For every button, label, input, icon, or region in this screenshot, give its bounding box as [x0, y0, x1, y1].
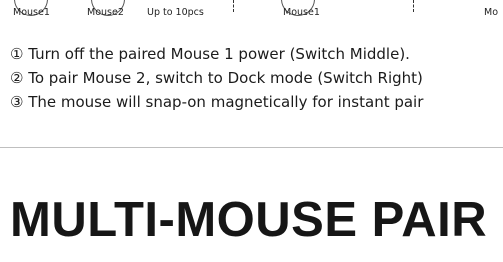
section-heading: MULTI-MOUSE PAIR: [10, 193, 488, 247]
step-2: ② To pair Mouse 2, switch to Dock mode (…: [10, 69, 423, 87]
mouse-label: Mouse1: [13, 7, 50, 18]
dashed-divider: [233, 0, 234, 12]
mouse-label: Mouse2: [87, 7, 124, 18]
pairing-steps: ① Turn off the paired Mouse 1 power (Swi…: [10, 42, 503, 114]
mouse-label: Mouse1: [283, 7, 320, 18]
mouse-count-label: Up to 10pcs: [147, 7, 204, 18]
dashed-divider: [413, 0, 414, 12]
step-1: ① Turn off the paired Mouse 1 power (Swi…: [10, 45, 410, 63]
mouse-diagram-strip: Mouse1 Mouse2 Up to 10pcs Mouse1 Mo: [0, 0, 503, 30]
section-divider: [0, 147, 503, 148]
mouse-label: Mo: [484, 7, 499, 18]
step-3: ③ The mouse will snap-on magnetically fo…: [10, 93, 424, 111]
